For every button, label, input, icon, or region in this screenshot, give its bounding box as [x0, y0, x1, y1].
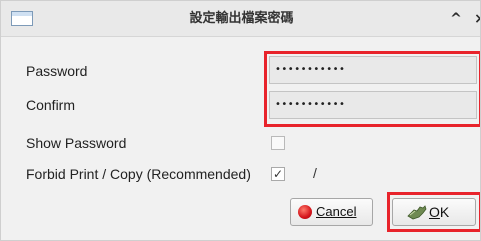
password-field[interactable]: ••••••••••• [269, 56, 477, 84]
cancel-button[interactable]: Cancel [290, 198, 373, 226]
red-circle-icon [298, 205, 312, 219]
ok-button[interactable]: OK [392, 198, 476, 226]
dialog-title: 設定輸出檔案密碼 [189, 11, 294, 26]
ok-label-rest: K [439, 204, 450, 220]
show-password-label: Show Password [26, 135, 127, 151]
show-password-checkbox[interactable] [271, 136, 285, 150]
title-bar[interactable]: 設定輸出檔案密碼 ^ × [1, 1, 480, 37]
password-dialog: 設定輸出檔案密碼 ^ × Password ••••••••••• Confir… [0, 0, 481, 241]
forbid-print-copy-checkbox[interactable]: ✓ [271, 167, 285, 181]
ok-hand-icon [407, 205, 427, 220]
forbid-print-copy-label: Forbid Print / Copy (Recommended) [26, 166, 251, 182]
cancel-button-label: Cancel [316, 204, 357, 219]
ok-mnemonic: O [429, 204, 440, 220]
ok-button-label: OK [429, 199, 449, 225]
forbid-option-separator: / [313, 165, 317, 181]
confirm-label: Confirm [26, 97, 76, 113]
confirm-password-field[interactable]: ••••••••••• [269, 91, 477, 119]
collapse-icon[interactable]: ^ [447, 10, 465, 28]
password-label: Password [26, 63, 88, 79]
close-icon[interactable]: × [471, 10, 480, 28]
